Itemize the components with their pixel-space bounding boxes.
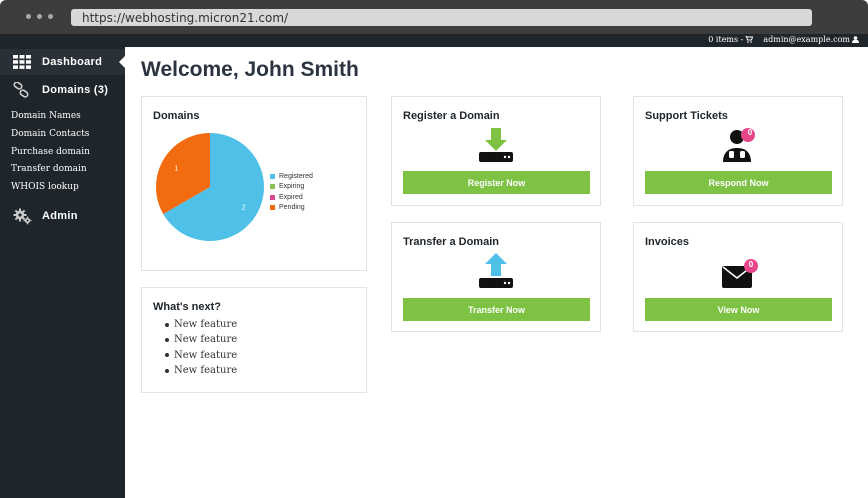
- view-now-button[interactable]: View Now: [645, 298, 832, 321]
- gears-icon: [13, 208, 32, 225]
- domains-pie-chart: 21: [156, 133, 264, 241]
- legend-item: Pending: [270, 203, 313, 214]
- legend-item: Registered: [270, 171, 313, 182]
- sidebar-subitem-transfer-domain[interactable]: Transfer domain: [11, 164, 87, 174]
- address-bar[interactable]: https://webhosting.micron21.com/: [71, 9, 812, 26]
- legend-label: Expired: [279, 193, 303, 201]
- sidebar-item-label: Admin: [42, 210, 78, 222]
- user-link[interactable]: admin@example.com: [763, 35, 859, 44]
- list-item-label: New feature: [174, 334, 238, 346]
- sidebar-item-dashboard[interactable]: Dashboard: [0, 49, 125, 75]
- sidebar-subitem-purchase-domain[interactable]: Purchase domain: [11, 147, 90, 157]
- register-domain-card: Register a Domain Register Now: [391, 96, 601, 206]
- list-item-label: New feature: [174, 365, 238, 377]
- card-title: Support Tickets: [645, 110, 728, 122]
- list-item: New feature: [165, 363, 237, 378]
- grid-icon: [13, 55, 31, 69]
- legend-label: Registered: [279, 172, 313, 180]
- card-title: What's next?: [153, 301, 222, 313]
- legend-label: Pending: [279, 204, 305, 212]
- legend-label: Expiring: [279, 183, 305, 191]
- whats-next-card: What's next? New feature New feature New…: [141, 287, 367, 393]
- list-item-label: New feature: [174, 349, 238, 361]
- user-email: admin@example.com: [763, 35, 850, 44]
- browser-chrome: https://webhosting.micron21.com/: [0, 0, 868, 34]
- card-title: Register a Domain: [403, 110, 500, 122]
- ticket-count-badge: 0: [747, 128, 753, 137]
- download-drive-icon: [479, 128, 513, 162]
- legend-swatch: [270, 173, 275, 179]
- window-dot[interactable]: [48, 14, 53, 19]
- sidebar-item-label: Domains (3): [42, 84, 109, 96]
- list-item: New feature: [165, 332, 237, 347]
- card-title: Transfer a Domain: [403, 236, 499, 248]
- card-title: Domains: [153, 110, 200, 122]
- sidebar-item-admin[interactable]: Admin: [0, 203, 125, 229]
- window-dot[interactable]: [37, 14, 42, 19]
- respond-now-button[interactable]: Respond Now: [645, 171, 832, 194]
- sidebar-item-label: Dashboard: [42, 56, 103, 68]
- legend-item: Expiring: [270, 182, 313, 193]
- chart-legend: Registered Expiring Expired Pending: [270, 171, 313, 213]
- legend-swatch: [270, 184, 275, 190]
- domains-card: Domains 21 Registered Expiring Expired Pend…: [141, 96, 367, 271]
- link-icon: [13, 82, 29, 98]
- top-bar: 0 items - admin@example.com: [0, 34, 868, 47]
- legend-swatch: [270, 205, 275, 211]
- legend-item: Expired: [270, 192, 313, 203]
- sidebar-subitem-whois-lookup[interactable]: WHOIS lookup: [11, 182, 79, 192]
- sidebar-subitem-domain-names[interactable]: Domain Names: [11, 111, 81, 121]
- sidebar-subitem-domain-contacts[interactable]: Domain Contacts: [11, 129, 89, 139]
- list-item: New feature: [165, 317, 237, 332]
- sidebar-item-domains[interactable]: Domains (3): [0, 77, 125, 103]
- cart-link[interactable]: 0 items -: [708, 35, 754, 44]
- sidebar: Dashboard Domains (3) Domain Names Domai…: [0, 47, 125, 498]
- window-dot[interactable]: [26, 14, 31, 19]
- page-title: Welcome, John Smith: [141, 58, 359, 81]
- cart-icon: [745, 36, 754, 43]
- register-now-button[interactable]: Register Now: [403, 171, 590, 194]
- user-icon: [852, 36, 859, 43]
- support-tickets-card: Support Tickets 0 Respond Now: [633, 96, 843, 206]
- feature-list: New feature New feature New feature New …: [165, 317, 237, 378]
- list-item: New feature: [165, 348, 237, 363]
- pie-data-label: 2: [242, 204, 246, 211]
- transfer-now-button[interactable]: Transfer Now: [403, 298, 590, 321]
- list-item-label: New feature: [174, 319, 238, 331]
- upload-drive-icon: [479, 253, 513, 288]
- url-text: https://webhosting.micron21.com/: [82, 11, 289, 25]
- transfer-domain-card: Transfer a Domain Transfer Now: [391, 222, 601, 332]
- invoice-count-badge: 0: [748, 260, 754, 269]
- cart-label: 0 items -: [708, 35, 744, 44]
- invoices-card: Invoices 0 View Now: [633, 222, 843, 332]
- legend-swatch: [270, 194, 275, 200]
- card-title: Invoices: [645, 236, 690, 248]
- pie-data-label: 1: [174, 166, 178, 173]
